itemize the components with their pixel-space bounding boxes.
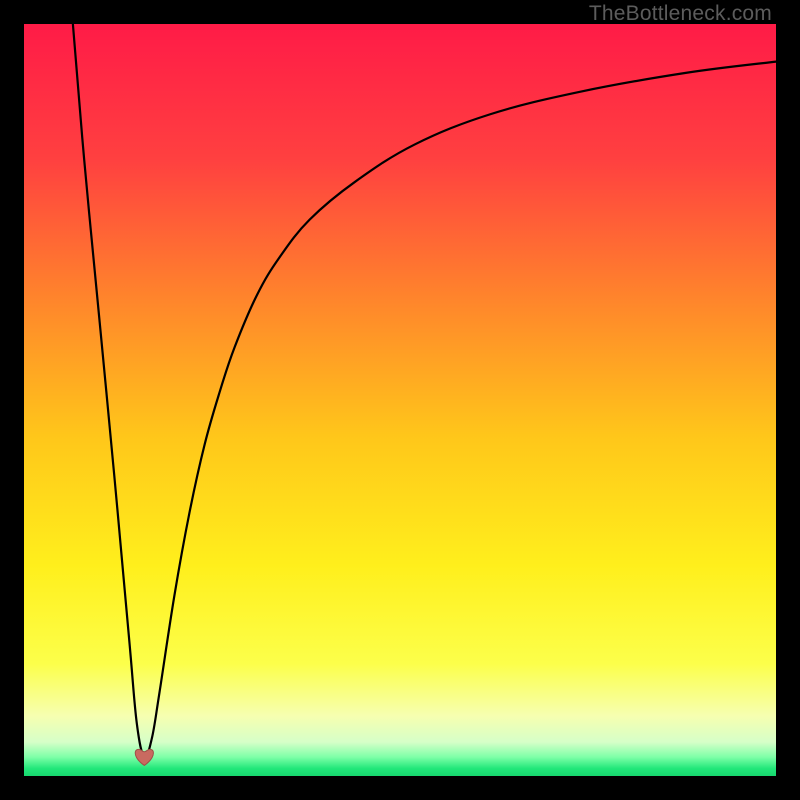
minimum-marker <box>135 749 153 765</box>
watermark-text: TheBottleneck.com <box>589 2 772 26</box>
chart-svg <box>24 24 776 776</box>
curve-line <box>73 24 776 758</box>
